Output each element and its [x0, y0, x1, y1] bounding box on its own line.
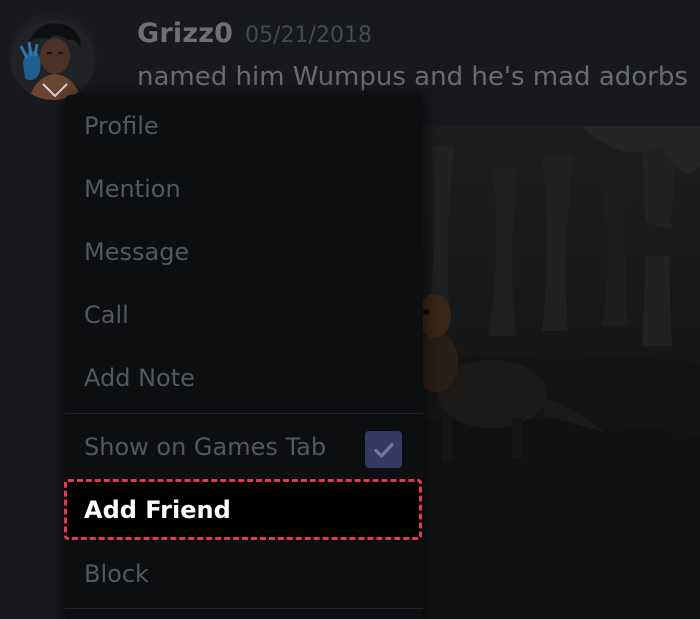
username[interactable]: Grizz0: [137, 18, 233, 49]
games-tab-checkbox[interactable]: [365, 431, 402, 468]
avatar[interactable]: [9, 12, 97, 100]
menu-divider: [65, 413, 423, 414]
menu-item-label: Show on Games Tab: [84, 433, 327, 461]
message-header: Grizz0 05/21/2018: [137, 18, 372, 49]
menu-item-mention[interactable]: Mention: [65, 161, 423, 217]
timestamp: 05/21/2018: [245, 23, 372, 48]
user-context-menu: Profile Mention Message Call Add Note Sh…: [64, 95, 423, 619]
message-text: named him Wumpus and he's mad adorbs: [137, 62, 688, 92]
message-attachment-image[interactable]: [392, 126, 700, 619]
menu-item-block[interactable]: Block: [65, 546, 423, 602]
menu-item-call[interactable]: Call: [65, 287, 423, 343]
chat-view: Grizz0 05/21/2018 named him Wumpus and h…: [0, 0, 700, 619]
checkmark-icon: [373, 442, 394, 458]
menu-divider: [65, 608, 423, 609]
menu-item-add-friend[interactable]: Add Friend: [64, 479, 422, 540]
menu-item-add-note[interactable]: Add Note: [65, 350, 423, 406]
menu-item-profile[interactable]: Profile: [65, 98, 423, 154]
menu-item-message[interactable]: Message: [65, 224, 423, 280]
